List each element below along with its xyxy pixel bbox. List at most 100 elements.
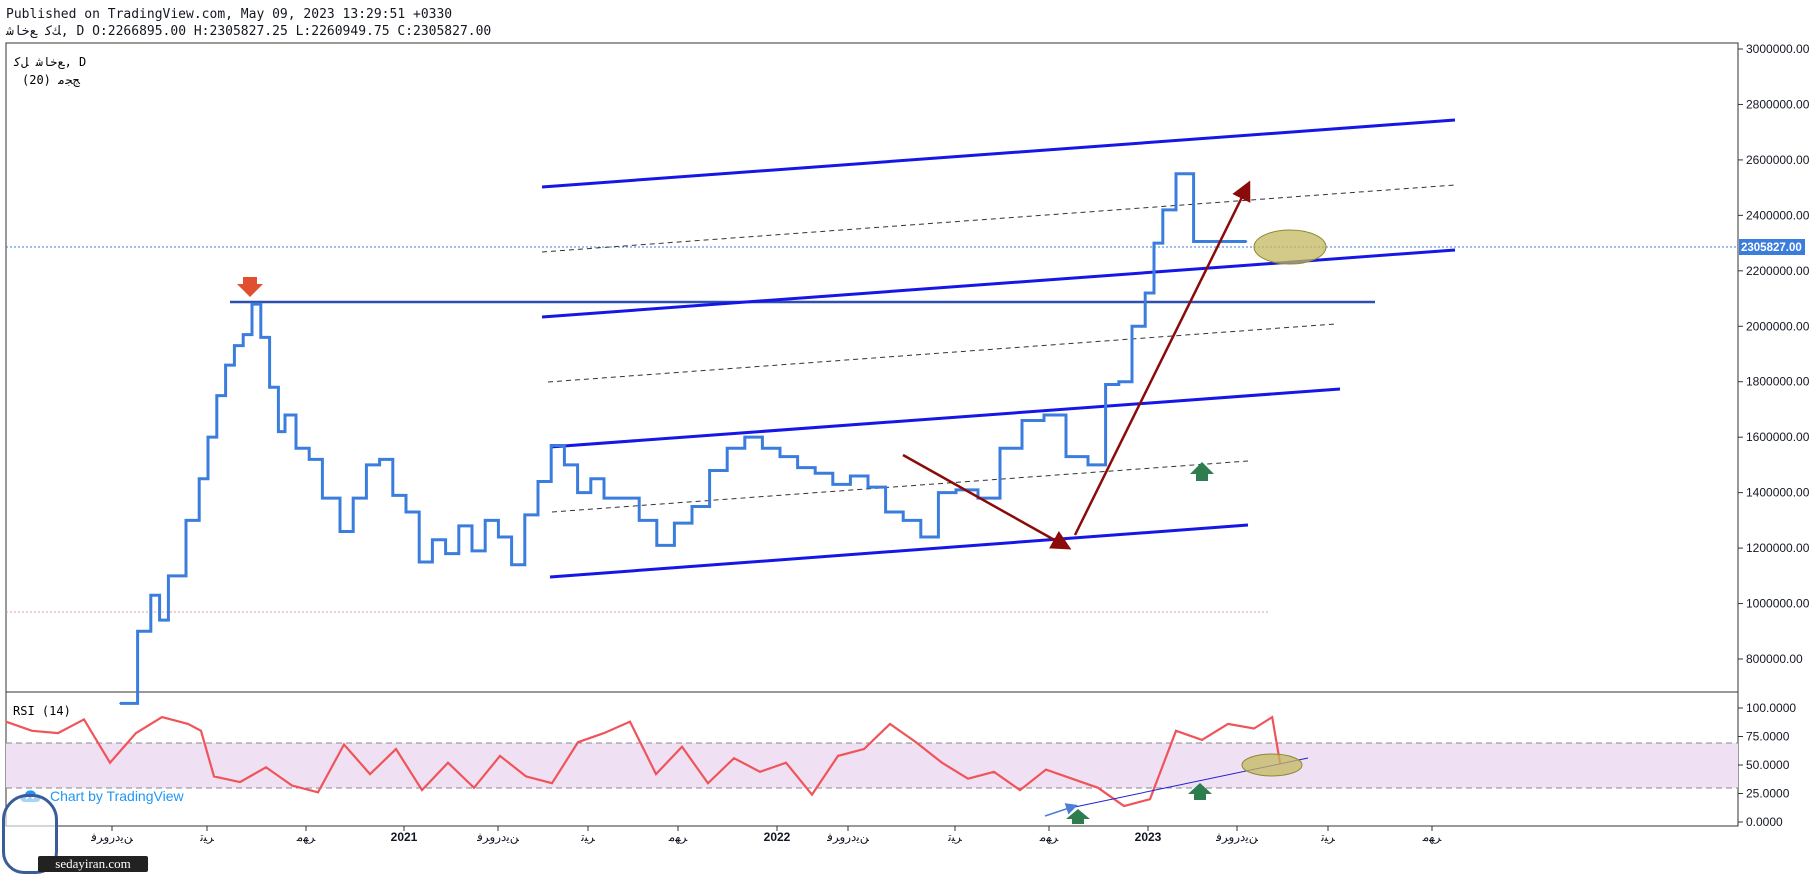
rsi-point [109,761,111,764]
price-point [1087,464,1089,466]
price-point [321,497,324,499]
rsi-point [447,761,449,764]
channel-bottom-line [549,523,1249,579]
rsi-point [1227,723,1229,725]
price-point [1210,240,1212,243]
price-point [150,594,152,597]
rsi-blue-arrow [1044,803,1078,817]
decline-arrow [902,453,1072,550]
price-point [339,530,341,533]
price-tick-label: 1400000.00 [1746,486,1810,500]
price-point [955,489,957,491]
price-point [158,619,161,621]
price-point [458,525,460,527]
price-point [1131,325,1133,328]
price-point [1232,240,1234,243]
price-tick-label: 1800000.00 [1746,375,1810,389]
price-tick-label: 2400000.00 [1746,208,1810,222]
price-point [814,472,816,475]
rsi-point [759,771,761,773]
rsi-point [993,771,995,773]
rsi-point [603,732,605,734]
rsi-point [967,777,969,780]
rsi-point [889,723,891,725]
rsi-point [5,720,7,723]
rsi-band [6,743,1738,788]
price-point [849,475,852,477]
price-tick-label: 2600000.00 [1746,153,1810,167]
price-tick-label: 2000000.00 [1746,319,1810,333]
price-point [638,519,640,522]
dashed-midline-3 [551,460,1249,513]
price-point [277,430,280,433]
price-point [550,444,552,447]
price-point [224,364,227,366]
rsi-point [811,793,813,796]
price-point [1245,240,1248,243]
price-point [510,563,513,566]
price-point [691,505,693,508]
price-axis[interactable]: 3000000.00 2800000.00 2600000.00 2400000.00… [1738,42,1810,666]
time-tick-label: ﺮﯿﺗ [580,830,595,844]
channel-upper-mid-line [541,248,1456,319]
rsi-point [239,781,241,783]
price-tick-label: 1200000.00 [1746,541,1810,555]
price-point [365,464,368,466]
price-highlight-ellipse [1253,229,1327,265]
price-badge: 2305827.00 [1741,242,1802,254]
price-point [405,511,407,513]
chart-frame [5,42,1739,827]
rsi-point [317,791,319,794]
rsi-tick-label: 25.0000 [1746,787,1790,801]
time-tick-label: 2021 [391,830,418,844]
time-tick-label: ﺮﻬﻣ [1422,830,1442,844]
price-point [119,702,121,705]
price-point [673,522,676,524]
price-point [1192,240,1195,243]
time-tick-label: ﺮﯿﺗ [947,830,962,844]
price-point [796,466,799,469]
rsi-legend: RSI (14) [13,704,71,718]
rsi-point [1271,716,1273,718]
rsi-point [200,730,202,732]
price-point [1153,242,1155,244]
rsi-axis[interactable]: 100.0000 75.0000 50.0000 25.0000 0.0000 [1738,701,1796,829]
price-point [902,519,904,522]
rsi-point [343,743,345,746]
dashed-midline-2 [547,323,1336,383]
price-point [497,536,500,538]
watermark: sedayiran.com [38,856,148,872]
indicator-legend: (20) ﺞﺠﻣ [22,73,81,87]
price-point [884,511,887,513]
time-axis[interactable]: ﻦﯾﺩﺭﻭﺮﻓ ﺮﯿﺗ ﺮﻬﻣ 2021 ﻦﯾﺩﺭﻭﺮﻓ ﺮﯿﺗ ﺮﻬﻣ 2022 ﻦﯾﺩﺭﻭﺮ… [90,826,1442,844]
time-tick-label: ﺮﻬﻣ [1039,830,1059,844]
price-point [744,436,746,438]
time-tick-label: ﻦﯾﺩﺭﻭﺮﻓ [826,830,870,844]
time-tick-label: 2023 [1135,830,1162,844]
rsi-point [57,732,59,734]
rsi-point [265,766,267,769]
price-point [392,494,394,497]
rsi-point [707,782,709,785]
red-down-marker-icon [237,277,263,297]
price-point [708,469,711,472]
price-tick-label: 3000000.00 [1746,42,1810,56]
time-tick-label: 2022 [764,830,791,844]
price-tick-label: 2800000.00 [1746,97,1810,111]
price-point [576,491,579,494]
rsi-point [915,741,917,743]
chart-canvas[interactable]: ﻊﺧﺎﺷ ﻞﮐ, D (20) ﺞﺠﻣ RSI (14) 3000000.00 2… [0,0,1814,881]
price-point [832,483,834,486]
price-point [1104,383,1107,386]
symbol-legend: ﻊﺧﺎﺷ ﻞﮐ, D [13,55,86,69]
price-point [431,538,434,541]
rsi-point [733,757,735,759]
price-point [471,550,473,552]
price-point [1065,455,1067,458]
price-point [216,394,218,397]
price-tick-label: 800000.00 [1746,652,1803,666]
rsi-point [1071,777,1073,780]
rsi-point [395,748,397,750]
price-point [937,491,940,494]
rsi-point [1175,730,1177,732]
